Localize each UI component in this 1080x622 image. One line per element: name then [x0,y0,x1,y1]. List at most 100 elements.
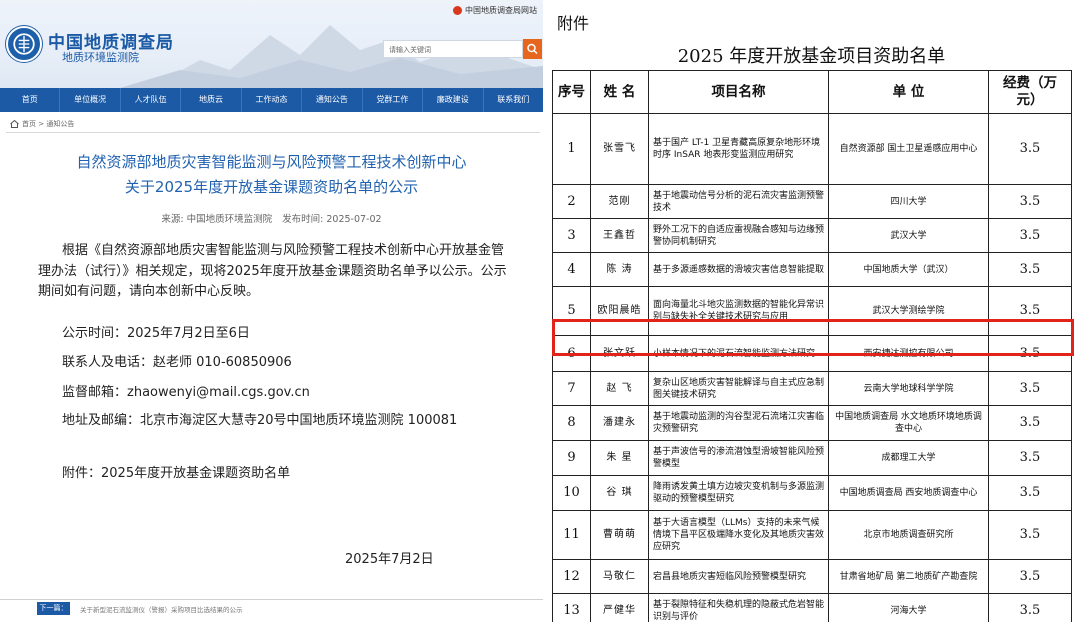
article-title: 自然资源部地质灾害智能监测与风险预警工程技术创新中心 关于2025年度开放基金课… [0,150,543,200]
breadcrumb: 首页 > 通知公告 [10,119,74,129]
column-header: 项目名称 [648,70,829,114]
contact-info: 联系人及电话：赵老师 010-60850906 [62,355,292,370]
table-row: 12 马敬仁 宕昌县地质灾害短临风险预警模型研究 甘肃省地矿局 第二地质矿产勘查院 3.… [552,559,1072,594]
table-row: 1 张雪飞 基于国产 LT-1 卫星青藏高原复杂地形环境时序 InSAR 地表形变监… [552,113,1072,185]
signature-date: 2025年7月2日 [345,552,434,567]
main-nav: 首页 单位概况 人才队伍 地质云 工作动态 通知公告 党群工作 廉政建设 联系我… [0,88,543,112]
table-row: 10 谷 琪降雨诱发黄土填方边坡灾变机制与多源监测驱动的预警模型研究 中国地质调查局… [552,475,1072,511]
institution: 四川大学 [828,184,989,219]
applicant-name: 张雪飞 [590,113,649,185]
project-name: 小样本情况下的泥石流智能监测方法研究 [648,335,829,372]
funding-amount: 3.5 [988,252,1072,287]
project-name: 基于声波信号的渗流潜蚀型滑坡智能风险预警模型 [648,440,829,476]
institution: 中国地质调查局 西安地质调查中心 [828,475,989,511]
applicant-name: 张文跃 [590,335,649,372]
nav-about[interactable]: 单位概况 [60,88,121,112]
nav-notices[interactable]: 通知公告 [302,88,363,112]
funding-amount: 3.5 [988,184,1072,219]
article-source: 来源: 中国地质环境监测院 [161,214,273,225]
table-row: 13 严健华 基于裂隙特征和失稳机理的隐蔽式危岩智能识别与评价 河海大学 3.5 [552,593,1072,622]
nav-integrity[interactable]: 廉政建设 [423,88,484,112]
project-name: 面向海量北斗地灾监测数据的智能化异常识别与缺失补全关键技术研究与应用 [648,286,829,336]
divider [0,599,543,600]
institution: 自然资源部 国土卫星遥感应用中心 [828,113,989,185]
search-icon [527,43,538,55]
funding-amount: 3.5 [988,113,1072,185]
search-button[interactable] [523,39,542,59]
project-name: 复杂山区地质灾害智能解译与自主式应急制图关键技术研究 [648,371,829,406]
applicant-name: 谷 琪 [590,475,649,511]
applicant-name: 马敬仁 [590,559,649,594]
row-number: 7 [552,371,591,406]
institution: 中国地质大学（武汉） [828,252,989,287]
applicant-name: 范刚 [590,184,649,219]
breadcrumb-text[interactable]: 首页 > 通知公告 [22,119,74,129]
cgs-site-link-label: 中国地质调查局网站 [465,6,537,15]
project-name: 基于国产 LT-1 卫星青藏高原复杂地形环境时序 InSAR 地表形变监测应用研… [648,113,829,185]
applicant-name: 陈 涛 [590,252,649,287]
project-name: 基于地震动信号分析的泥石流灾害监测预警技术 [648,184,829,219]
project-name: 宕昌县地质灾害短临风险预警模型研究 [648,559,829,594]
table-row: 5 欧阳晨皓 面向海量北斗地灾监测数据的智能化异常识别与缺失补全关键技术研究与应用武… [552,286,1072,336]
row-number: 4 [552,252,591,287]
institution: 成都理工大学 [828,440,989,476]
institution: 中国地质调查局 水文地质环境地质调查中心 [828,405,989,441]
divider [6,132,540,133]
table-row: 7赵 飞复杂山区地质灾害智能解译与自主式应急制图关键技术研究 云南大学地球科学学院… [552,371,1072,406]
table-row: 9朱 星基于声波信号的渗流潜蚀型滑坡智能风险预警模型 成都理工大学 3.5 [552,440,1072,476]
attachment-link[interactable]: 附件：2025年度开放基金课题资助名单 [62,462,290,481]
table-row: 11 曹萌萌 基于大语言模型（LLMs）支持的未来气候情境下昌平区极端降水变化及其地… [552,510,1072,560]
project-name: 野外工况下的自适应雷视融合感知与边缘预警协同机制研究 [648,218,829,253]
funding-amount: 3.5 [988,371,1072,406]
attachment-document: 附件 2025 年度开放基金项目资助名单 序号 姓 名 项目名称 单 位 经费（… [543,0,1080,622]
row-number: 9 [552,440,591,476]
nav-home[interactable]: 首页 [0,88,61,112]
funding-amount: 3.5 [988,440,1072,476]
row-number: 3 [552,218,591,253]
column-header: 序号 [552,70,591,114]
article-paragraph: 根据《自然资源部地质灾害智能监测与风险预警工程技术创新中心开放基金管理办法（试行… [38,243,507,299]
nav-party[interactable]: 党群工作 [363,88,424,112]
table-row: 3 王鑫哲 野外工况下的自适应雷视融合感知与边缘预警协同机制研究 武汉大学 3.5 [552,218,1072,253]
document-title: 2025 年度开放基金项目资助名单 [677,46,946,67]
funding-amount: 3.5 [988,559,1072,594]
column-header: 姓 名 [590,70,649,114]
next-article-link[interactable]: 关于新型泥石流监测仪（警报）采购项目比选结果的公示 [80,604,243,614]
table-header-row: 序号 姓 名 项目名称 单 位 经费（万元） [552,70,1072,114]
row-number: 12 [552,559,591,594]
nav-news[interactable]: 工作动态 [242,88,303,112]
article-meta: 来源: 中国地质环境监测院 发布时间: 2025-07-02 [0,211,543,225]
nav-talent[interactable]: 人才队伍 [121,88,182,112]
notice-period: 公示时间：2025年7月2日至6日 [62,326,250,341]
applicant-name: 严健华 [590,593,649,622]
cgs-site-link[interactable]: 中国地质调查局网站 [453,5,537,16]
applicant-name: 曹萌萌 [590,510,649,560]
article-title-line1: 自然资源部地质灾害智能监测与风险预警工程技术创新中心 [76,153,467,171]
funding-amount: 3.5 [988,475,1072,511]
institution: 河海大学 [828,593,989,622]
applicant-name: 朱 星 [590,440,649,476]
search-input[interactable]: 请输入关键词 [383,40,523,58]
column-header: 经费（万元） [988,70,1072,114]
table-row: 8 潘建永 基于地震动监测的沟谷型泥石流堵江灾害临灾预警研究 中国地质调查局 水文地质… [552,405,1072,441]
institution: 武汉大学 [828,218,989,253]
next-article-label: 下一篇： [37,602,70,615]
table-row: 2 范刚 基于地震动信号分析的泥石流灾害监测预警技术 四川大学 3.5 [552,184,1072,219]
project-name: 基于多源遥感数据的滑坡灾害信息智能提取 [648,252,829,287]
table-row: 4陈 涛基于多源遥感数据的滑坡灾害信息智能提取 中国地质大学（武汉） 3.5 [552,252,1072,287]
funding-amount: 3.5 [988,593,1072,622]
site-subname: 地质环境监测院 [62,51,139,64]
site-banner: 中国地质调查局 地质环境监测院 中国地质调查局网站 请输入关键词 [0,0,543,88]
funding-amount: 3.5 [988,335,1072,372]
applicant-name: 赵 飞 [590,371,649,406]
row-number: 11 [552,510,591,560]
table-row: 6 张文跃 小样本情况下的泥石流智能监测方法研究 西安捷达测控有限公司 3.5 [552,335,1072,372]
article-date: 发布时间: 2025-07-02 [282,214,382,225]
nav-contact[interactable]: 联系我们 [484,88,543,112]
supervision-email: 监督邮箱：zhaowenyi@mail.cgs.gov.cn [62,385,310,400]
home-icon [10,120,19,128]
funding-amount: 3.5 [988,405,1072,441]
article-title-line2: 关于2025年度开放基金课题资助名单的公示 [124,178,419,196]
nav-geocloud[interactable]: 地质云 [181,88,242,112]
column-header: 单 位 [828,70,989,114]
